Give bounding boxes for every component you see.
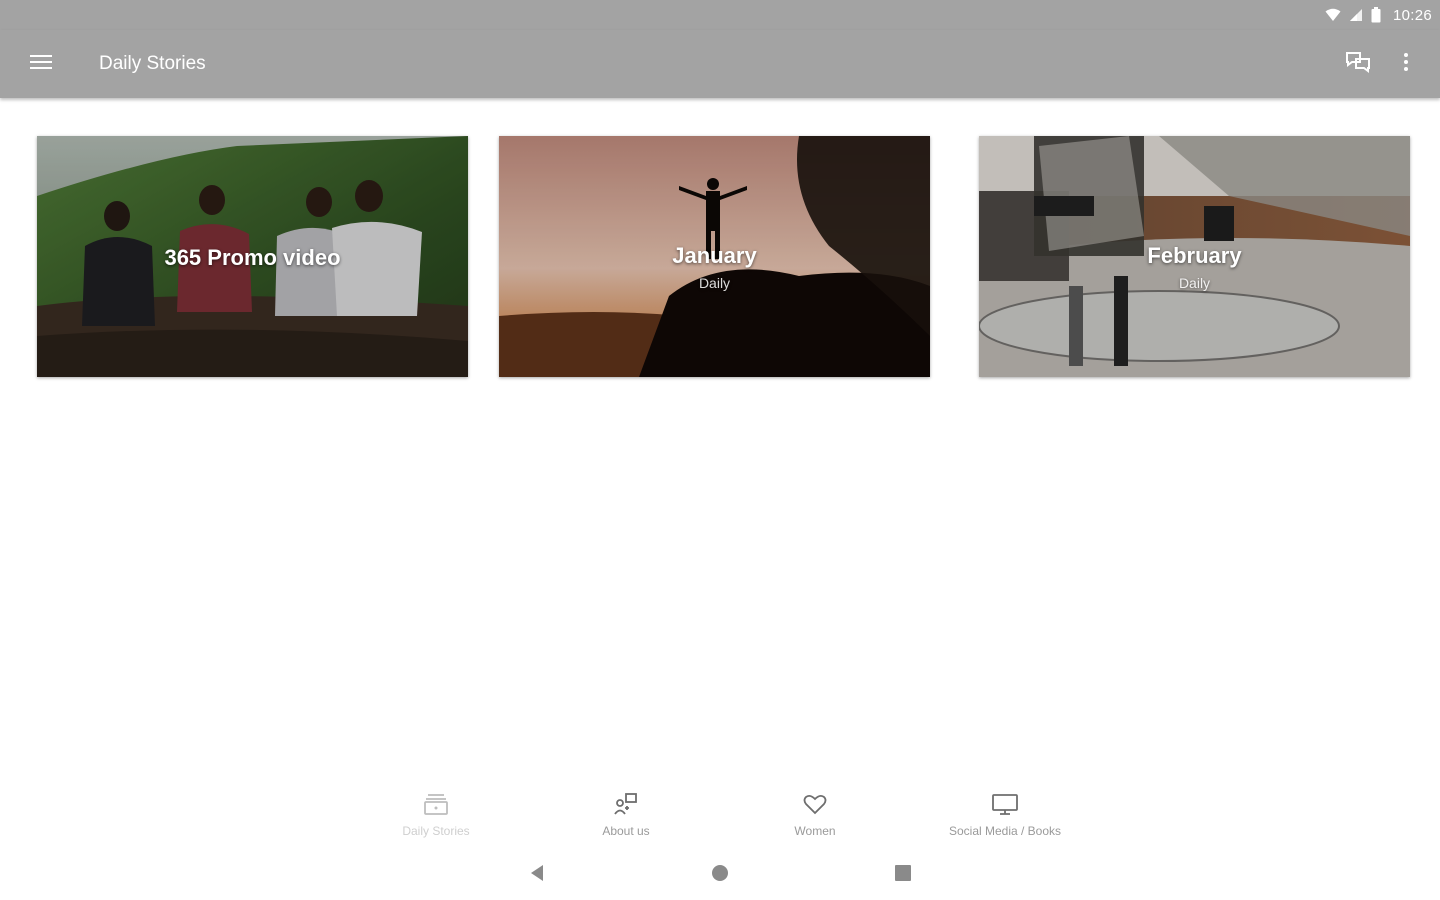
story-card-february[interactable]: February Daily xyxy=(979,136,1410,377)
home-button[interactable] xyxy=(705,860,735,890)
card-overlay: 365 Promo video xyxy=(37,136,468,377)
card-overlay: January Daily xyxy=(499,136,930,377)
back-icon xyxy=(528,864,546,887)
chat-icon xyxy=(1345,50,1371,79)
signal-icon xyxy=(1349,8,1363,22)
system-navigation xyxy=(0,852,1440,896)
nav-item-women[interactable]: Women xyxy=(765,792,865,838)
story-grid: 365 Promo video January Daily February D… xyxy=(37,136,1410,377)
monitor-icon xyxy=(991,792,1019,821)
daily-stories-icon xyxy=(423,792,449,821)
page-title: Daily Stories xyxy=(99,53,206,74)
nav-item-social-media-books[interactable]: Social Media / Books xyxy=(930,792,1080,838)
nav-label: About us xyxy=(602,824,650,838)
heart-icon xyxy=(802,792,828,821)
nav-label: Social Media / Books xyxy=(948,824,1062,838)
card-title: 365 Promo video xyxy=(164,244,341,270)
more-vert-icon xyxy=(1403,52,1409,77)
card-subtitle: Daily xyxy=(698,274,731,291)
card-overlay: February Daily xyxy=(979,136,1410,377)
nav-item-about-us[interactable]: About us xyxy=(576,792,676,838)
nav-label: Women xyxy=(794,824,836,838)
battery-icon xyxy=(1371,7,1381,23)
chat-button[interactable] xyxy=(1338,44,1378,84)
wifi-icon xyxy=(1325,8,1341,22)
recents-icon xyxy=(894,864,912,887)
app-bar: Daily Stories xyxy=(0,30,1440,98)
nav-item-daily-stories[interactable]: Daily Stories xyxy=(386,792,486,838)
menu-button[interactable] xyxy=(21,44,61,84)
back-button[interactable] xyxy=(522,860,552,890)
bottom-navigation: Daily Stories About us Women Social Medi… xyxy=(0,780,1440,842)
more-options-button[interactable] xyxy=(1386,44,1426,84)
story-card-january[interactable]: January Daily xyxy=(499,136,930,377)
nav-label: Daily Stories xyxy=(402,824,470,838)
status-bar: 10:26 xyxy=(0,0,1440,30)
menu-icon xyxy=(30,53,52,76)
card-subtitle: Daily xyxy=(1178,274,1211,291)
about-us-icon xyxy=(613,792,639,821)
story-card-promo[interactable]: 365 Promo video xyxy=(37,136,468,377)
card-title: January xyxy=(672,242,757,268)
home-icon xyxy=(711,864,729,887)
card-title: February xyxy=(1147,242,1242,268)
recents-button[interactable] xyxy=(888,860,918,890)
status-time: 10:26 xyxy=(1392,6,1432,24)
